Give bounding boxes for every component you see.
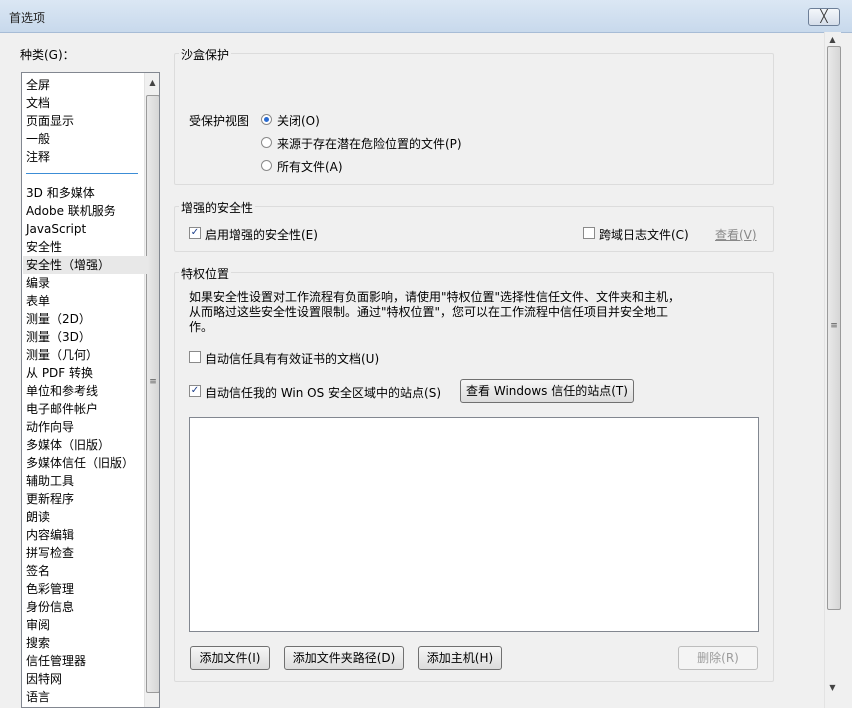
category-item[interactable]: 签名 [23,562,148,580]
add-file-button[interactable]: 添加文件(I) [190,646,270,670]
enable-enhanced-security-label[interactable]: 启用增强的安全性(E) [205,226,318,243]
grip-icon: ≡ [149,377,157,387]
category-item[interactable]: 动作向导 [23,418,148,436]
category-item[interactable]: 页面显示 [23,112,148,130]
category-item[interactable]: 安全性（增强） [23,256,148,274]
remove-button[interactable]: 删除(R) [678,646,758,670]
main-scrollbar[interactable]: ▲ ≡ ▼ [824,32,841,708]
radio-all-files[interactable] [261,160,272,171]
add-folder-path-button[interactable]: 添加文件夹路径(D) [284,646,404,670]
crossdomain-log-checkbox[interactable] [583,227,595,239]
enable-enhanced-security-checkbox[interactable]: ✓ [189,227,201,239]
category-item[interactable]: 文档 [23,94,148,112]
auto-trust-cert-label[interactable]: 自动信任具有有效证书的文档(U) [205,350,379,367]
title-bar: 首选项 ╳ [0,0,852,33]
category-item[interactable]: 语言 [23,688,148,706]
category-item[interactable]: 测量（2D） [23,310,148,328]
radio-all-files-label[interactable]: 所有文件(A) [277,158,343,175]
category-item[interactable]: 拼写检查 [23,544,148,562]
category-item[interactable]: 测量（3D） [23,328,148,346]
enhanced-security-title: 增强的安全性 [179,199,256,216]
radio-potentially-unsafe-label[interactable]: 来源于存在潜在危险位置的文件(P) [277,135,462,152]
radio-potentially-unsafe[interactable] [261,137,272,148]
list-separator [26,173,138,174]
category-item[interactable]: 搜索 [23,634,148,652]
privileged-locations-title: 特权位置 [179,265,232,282]
radio-off-label[interactable]: 关闭(O) [277,112,320,129]
main-grip-icon: ≡ [830,321,838,331]
main-scroll-down-icon[interactable]: ▼ [825,680,840,696]
category-item[interactable]: 电子邮件帐户 [23,400,148,418]
auto-trust-cert-checkbox[interactable] [189,351,201,363]
preferences-window: 首选项 ╳ 种类(G)： ▲ ≡ 全屏 文档 页面显示 一般 注释 3D 和多媒体 Adob… [0,0,852,708]
category-item[interactable]: 多媒体（旧版） [23,436,148,454]
category-item[interactable]: 从 PDF 转换 [23,364,148,382]
category-item[interactable]: 安全性 [23,238,148,256]
category-item[interactable]: 全屏 [23,76,148,94]
category-item[interactable]: 色彩管理 [23,580,148,598]
category-item[interactable]: 朗读 [23,508,148,526]
category-item[interactable]: 单位和参考线 [23,382,148,400]
window-title: 首选项 [9,11,46,25]
add-host-button[interactable]: 添加主机(H) [418,646,502,670]
category-item[interactable]: 3D 和多媒体 [23,184,148,202]
main-scroll-thumb[interactable]: ≡ [827,46,841,610]
sandbox-title: 沙盒保护 [179,46,232,63]
category-item[interactable]: 注释 [23,148,148,166]
category-item[interactable]: JavaScript [23,220,148,238]
view-windows-trusted-sites-button[interactable]: 查看 Windows 信任的站点(T) [460,379,634,403]
scroll-thumb[interactable]: ≡ [146,95,159,693]
category-item[interactable]: 编录 [23,274,148,292]
category-item[interactable]: 因特网 [23,670,148,688]
privileged-description: 如果安全性设置对工作流程有负面影响，请使用"特权位置"选择性信任文件、文件夹和主… [189,290,681,334]
category-item[interactable]: 多媒体信任（旧版） [23,454,148,472]
protected-view-label: 受保护视图 [189,114,250,128]
auto-trust-win-label[interactable]: 自动信任我的 Win OS 安全区域中的站点(S) [205,384,441,401]
crossdomain-log-label[interactable]: 跨域日志文件(C) [599,226,689,243]
category-item[interactable]: 信任管理器 [23,652,148,670]
close-button[interactable]: ╳ [808,8,840,26]
categories-label: 种类(G)： [20,48,75,62]
category-item[interactable]: 表单 [23,292,148,310]
auto-trust-win-checkbox[interactable]: ✓ [189,385,201,397]
category-item[interactable]: 审阅 [23,616,148,634]
radio-off[interactable] [261,114,272,125]
categories-list[interactable]: ▲ ≡ 全屏 文档 页面显示 一般 注释 3D 和多媒体 Adobe 联机服务 JavaScr… [21,72,160,708]
category-item[interactable]: 身份信息 [23,598,148,616]
category-item[interactable]: 更新程序 [23,490,148,508]
category-item[interactable]: 一般 [23,130,148,148]
category-item[interactable]: 测量（几何） [23,346,148,364]
category-item[interactable]: 内容编辑 [23,526,148,544]
privileged-locations-list[interactable] [189,417,759,632]
category-item[interactable]: Adobe 联机服务 [23,202,148,220]
category-item[interactable]: 辅助工具 [23,472,148,490]
view-log-link[interactable]: 查看(V) [715,226,757,243]
